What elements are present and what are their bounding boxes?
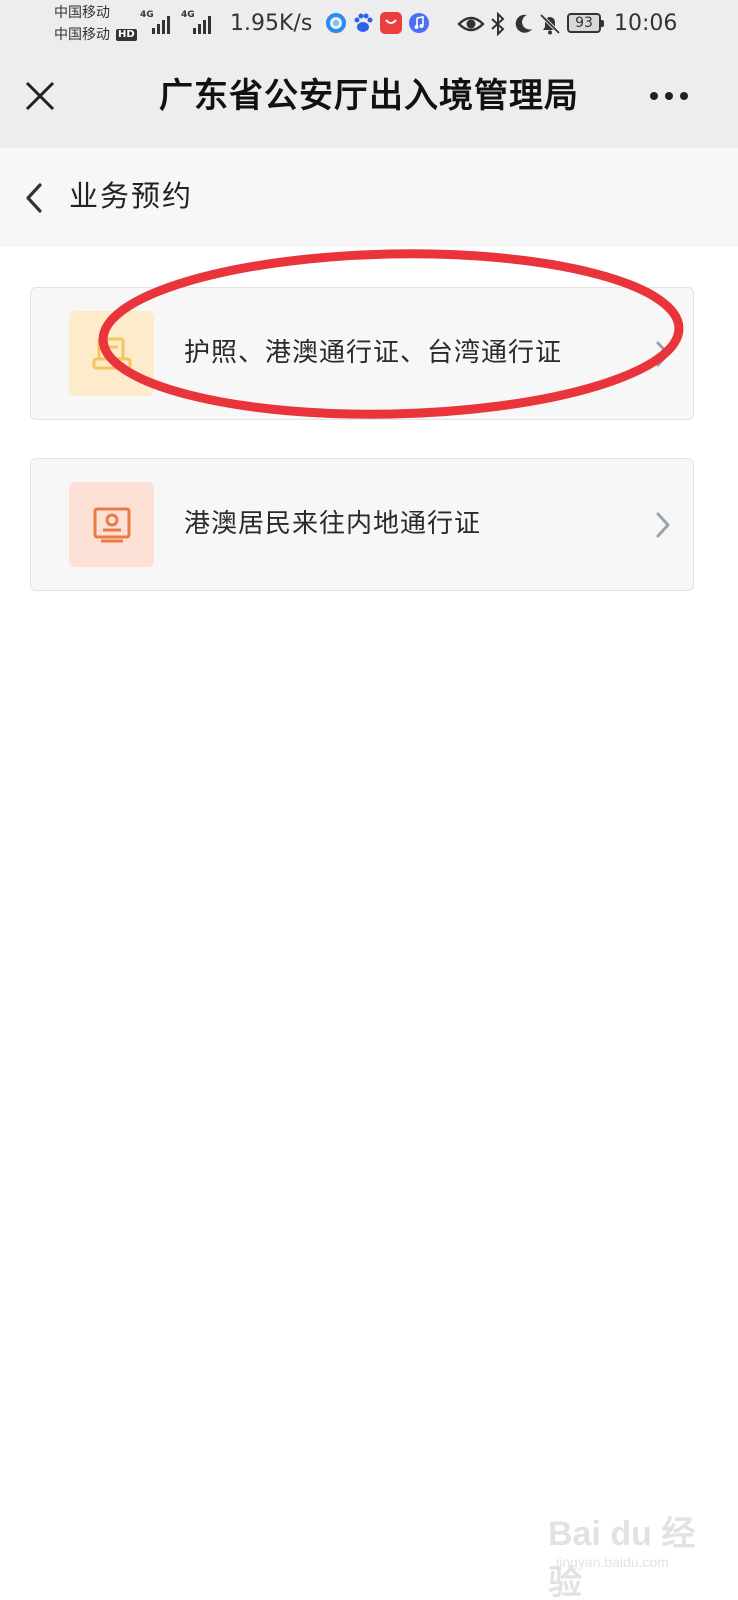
app-title: 广东省公安厅出入境管理局 — [159, 76, 579, 116]
app-title-bar: 广东省公安厅出入境管理局 — [0, 48, 738, 148]
hd-badge: HD — [116, 29, 137, 41]
service-item-hk-macao-permit[interactable]: 港澳居民来往内地通行证 — [30, 458, 694, 591]
close-icon — [25, 81, 55, 111]
carrier-1: 中国移动 — [54, 5, 110, 21]
watermark-url: jingyan.baidu.com — [556, 1554, 669, 1570]
huawei-store-icon — [380, 12, 402, 34]
baidu-icon — [352, 12, 374, 34]
close-button[interactable] — [20, 76, 60, 116]
clock: 10:06 — [614, 11, 678, 36]
service-item-passport[interactable]: 护照、港澳通行证、台湾通行证 — [30, 287, 694, 420]
moon-icon — [512, 12, 534, 36]
carrier-2: 中国移动 — [54, 27, 110, 43]
signal-2-icon: 4G — [181, 10, 217, 34]
battery-indicator: 93 — [567, 13, 604, 33]
more-button[interactable] — [644, 78, 694, 114]
passport-icon — [92, 337, 132, 370]
qq-browser-icon — [325, 12, 347, 34]
more-icon — [650, 92, 688, 100]
page-title: 业务预约 — [69, 179, 194, 213]
music-icon — [408, 12, 430, 34]
bluetooth-icon — [489, 11, 507, 37]
status-bar: 中国移动 中国移动 HD 4G 4G 1.95K/s 93 10:06 — [0, 0, 738, 48]
bell-off-icon — [539, 12, 561, 36]
net-speed: 1.95K/s — [230, 11, 313, 36]
back-button[interactable] — [20, 178, 50, 218]
signal-1-icon: 4G — [140, 10, 176, 34]
page-nav: 业务预约 — [0, 148, 738, 247]
chevron-left-icon — [26, 183, 42, 213]
eye-icon — [457, 12, 485, 36]
service-icon-box — [69, 311, 154, 396]
watermark-logo: Bai du 经验 — [548, 1515, 696, 1600]
chevron-right-icon — [656, 341, 670, 367]
service-label: 港澳居民来往内地通行证 — [184, 509, 482, 539]
chevron-right-icon — [656, 512, 670, 538]
service-icon-box — [69, 482, 154, 567]
service-label: 护照、港澳通行证、台湾通行证 — [184, 338, 563, 368]
baidu-jingyan-watermark: Bai du 经验 jingyan.baidu.com — [548, 1488, 708, 1600]
id-card-icon — [93, 507, 131, 543]
screen: 中国移动 中国移动 HD 4G 4G 1.95K/s 93 10:06 广东省公… — [0, 0, 738, 1600]
